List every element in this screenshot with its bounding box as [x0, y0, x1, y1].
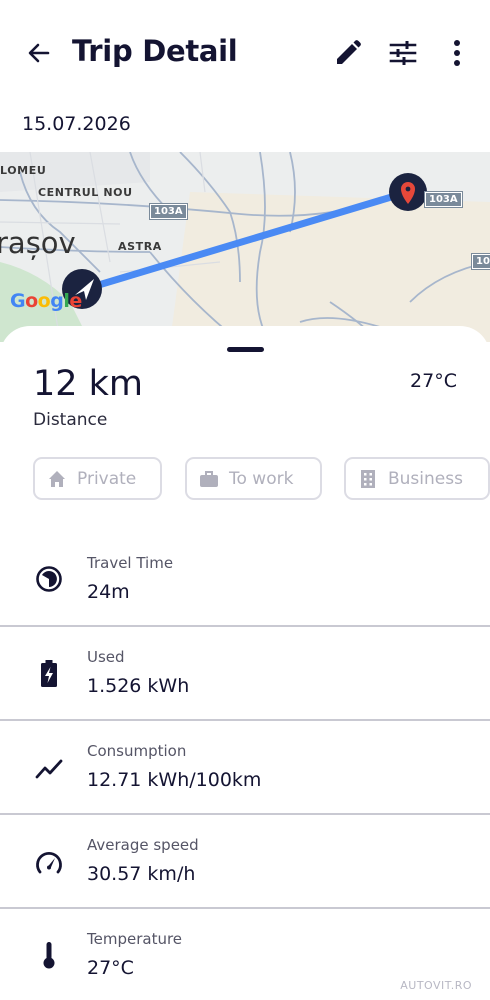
stat-row-average-speed: Average speed 30.57 km/h: [0, 815, 490, 909]
stat-value: 12.71 kWh/100km: [87, 769, 262, 791]
category-chip-label: Business: [388, 468, 463, 489]
map-label-lomeu: LOMEU: [0, 164, 47, 177]
google-logo: Google: [10, 290, 82, 312]
trend-line-icon: [35, 759, 63, 779]
more-vertical-icon[interactable]: [442, 38, 472, 68]
stat-label: Consumption: [87, 742, 187, 760]
speedometer-icon: [36, 852, 62, 874]
road-shield-103a-east: 103A: [424, 191, 463, 208]
trip-map[interactable]: LOMEU CENTRUL NOU ASTRA rașov 103A 103A …: [0, 152, 490, 342]
pencil-icon[interactable]: [333, 38, 363, 68]
sliders-icon[interactable]: [388, 38, 418, 68]
distance-label: Distance: [33, 410, 108, 430]
stat-label: Temperature: [87, 930, 183, 948]
category-chip-private[interactable]: Private: [33, 457, 162, 500]
home-icon: [49, 470, 65, 487]
watermark: AUTOVIT.RO: [400, 979, 472, 992]
stat-row-consumption: Consumption 12.71 kWh/100km: [0, 721, 490, 815]
sheet-drag-handle[interactable]: [227, 347, 264, 352]
stat-label: Average speed: [87, 836, 199, 854]
page-title: Trip Detail: [72, 34, 238, 68]
timer-icon: [36, 566, 62, 592]
category-chip-label: To work: [229, 468, 294, 489]
stat-label: Travel Time: [87, 554, 174, 572]
stat-row-used: Used 1.526 kWh: [0, 627, 490, 721]
stat-value: 24m: [87, 581, 130, 603]
arrow-left-icon[interactable]: [24, 38, 54, 68]
stat-label: Used: [87, 648, 125, 666]
map-label-centrul-nou: CENTRUL NOU: [38, 186, 133, 199]
category-chip-business[interactable]: Business: [344, 457, 490, 500]
trip-date: 15.07.2026: [22, 113, 131, 135]
road-shield-103a: 103A: [149, 203, 188, 220]
battery-charging-icon: [41, 660, 57, 687]
trip-temperature: 27°C: [410, 370, 457, 392]
category-chip-label: Private: [77, 468, 137, 489]
map-label-city: rașov: [0, 226, 76, 260]
thermometer-icon: [43, 942, 55, 969]
category-chip-to-work[interactable]: To work: [185, 457, 322, 500]
stat-value: 30.57 km/h: [87, 863, 196, 885]
building-icon: [361, 469, 375, 488]
briefcase-icon: [200, 470, 218, 487]
map-label-astra: ASTRA: [118, 240, 162, 253]
road-shield-103: 103: [471, 253, 490, 270]
stat-value: 1.526 kWh: [87, 675, 190, 697]
app-header: Trip Detail: [0, 0, 490, 110]
stat-row-travel-time: Travel Time 24m: [0, 533, 490, 627]
stat-value: 27°C: [87, 957, 134, 979]
trip-distance: 12 km: [33, 364, 144, 404]
